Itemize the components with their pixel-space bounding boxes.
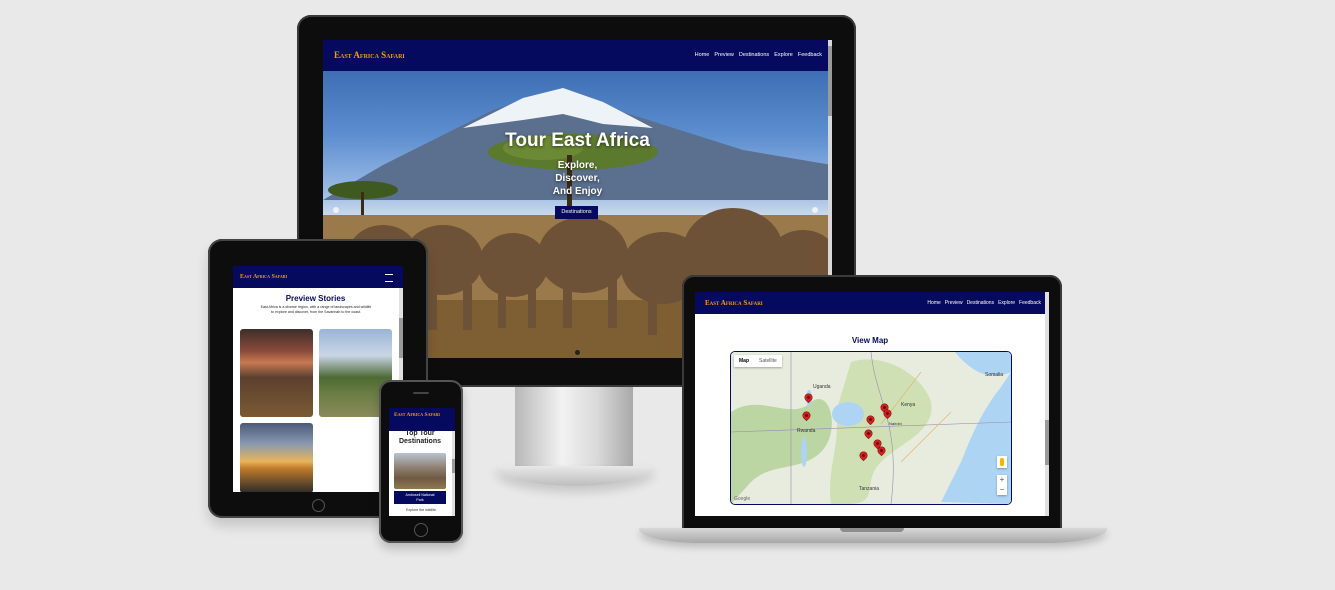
nav-destinations[interactable]: Destinations <box>739 52 769 58</box>
desktop-nav-links: Home Preview Destinations Explore Feedba… <box>695 52 822 58</box>
laptop-notch <box>840 528 904 532</box>
map-terrain <box>731 352 1011 504</box>
hero-destinations-button[interactable]: Destinations <box>555 206 598 219</box>
brand-logo[interactable]: East Africa Safari <box>240 274 287 280</box>
phone-navbar: East Africa Safari <box>389 408 455 431</box>
monitor-stand-base <box>495 466 655 486</box>
map-label-nairobi: Nairobi <box>889 421 902 426</box>
map-tab-satellite[interactable]: Satellite <box>754 355 782 367</box>
story-image-lion[interactable] <box>240 329 313 417</box>
preview-intro-line-2: to explore and discover, from the Savann… <box>271 310 361 314</box>
map-label-rwanda: Rwanda <box>797 428 816 434</box>
laptop-nav-links: Home Preview Destinations Explore Feedba… <box>927 300 1041 306</box>
nav-explore[interactable]: Explore <box>998 300 1015 306</box>
carousel-next-icon[interactable] <box>812 207 818 213</box>
zoom-in-button[interactable]: + <box>997 475 1007 485</box>
map-label-uganda: Uganda <box>813 384 831 390</box>
hero-subtitle: Explore, Discover, And Enjoy <box>323 159 832 198</box>
map-label-somalia: Somalia <box>985 372 1004 378</box>
tablet-screen: East Africa Safari Preview Stories East … <box>233 266 403 492</box>
tablet-scrollbar-thumb[interactable] <box>399 318 403 358</box>
nav-explore[interactable]: Explore <box>774 52 793 58</box>
phone-card-image[interactable] <box>394 453 446 489</box>
preview-stories-title: Preview Stories <box>285 294 346 303</box>
nav-destinations[interactable]: Destinations <box>967 300 995 306</box>
phone-heading: Top Tour Destinations <box>389 430 451 446</box>
hero-line-2: Discover, <box>555 173 600 184</box>
hamburger-menu-icon[interactable] <box>385 274 393 282</box>
nav-feedback[interactable]: Feedback <box>798 52 822 58</box>
map-zoom-controls: + − <box>997 475 1007 495</box>
phone-heading-line-2: Destinations <box>398 438 441 445</box>
carousel-prev-icon[interactable] <box>333 207 339 213</box>
pegman-icon[interactable] <box>997 456 1007 468</box>
nav-preview[interactable]: Preview <box>714 52 734 58</box>
nav-home[interactable]: Home <box>927 300 940 306</box>
laptop-scrollbar-thumb[interactable] <box>1045 420 1049 465</box>
story-image-sunset[interactable] <box>240 423 313 492</box>
google-logo: Google <box>734 496 751 502</box>
preview-intro: East Africa is a diverse region, with a … <box>237 305 395 315</box>
phone-speaker <box>413 392 429 394</box>
tablet-home-button[interactable] <box>312 499 325 512</box>
desktop-scrollbar-thumb[interactable] <box>828 46 832 116</box>
nav-feedback[interactable]: Feedback <box>1019 300 1041 306</box>
phone-heading-line-1: Top Tour <box>405 430 435 437</box>
zoom-out-button[interactable]: − <box>997 485 1007 495</box>
desktop-navbar: East Africa Safari Home Preview Destinat… <box>323 40 832 71</box>
phone-scrollbar[interactable] <box>452 431 455 516</box>
laptop-navbar: East Africa Safari Home Preview Destinat… <box>695 292 1049 314</box>
monitor-stand-neck <box>515 386 633 470</box>
phone-scrollbar-thumb[interactable] <box>452 459 455 473</box>
laptop-scrollbar[interactable] <box>1045 292 1049 516</box>
brand-logo[interactable]: East Africa Safari <box>394 412 440 418</box>
hero-line-3: And Enjoy <box>552 186 603 197</box>
tablet-navbar: East Africa Safari <box>233 266 403 288</box>
map-tab-map[interactable]: Map <box>734 355 754 367</box>
phone-screen: East Africa Safari Top Tour Destinations… <box>389 408 455 516</box>
map-title: View Map <box>851 336 889 345</box>
carousel-indicator[interactable] <box>575 350 580 355</box>
brand-logo[interactable]: East Africa Safari <box>334 50 405 60</box>
brand-logo[interactable]: East Africa Safari <box>705 299 763 307</box>
map-frame[interactable]: Map Satellite Uganda Kenya Rwanda Tanzan… <box>730 351 1012 505</box>
nav-home[interactable]: Home <box>695 52 710 58</box>
hero-line-1: Explore, <box>557 160 598 171</box>
map-label-tanzania: Tanzania <box>859 486 880 492</box>
phone-footer-text: Explore the wildlife <box>406 508 436 512</box>
map-type-tabs: Map Satellite <box>734 355 782 367</box>
hero-title: Tour East Africa <box>505 130 650 151</box>
phone-home-button[interactable] <box>414 523 428 537</box>
card-caption-line-2: Park <box>416 498 424 502</box>
phone-card-caption[interactable]: Amboseli National Park <box>394 491 446 504</box>
nav-preview[interactable]: Preview <box>945 300 963 306</box>
laptop-screen: East Africa Safari Home Preview Destinat… <box>695 292 1049 516</box>
map-label-kenya: Kenya <box>901 402 916 408</box>
